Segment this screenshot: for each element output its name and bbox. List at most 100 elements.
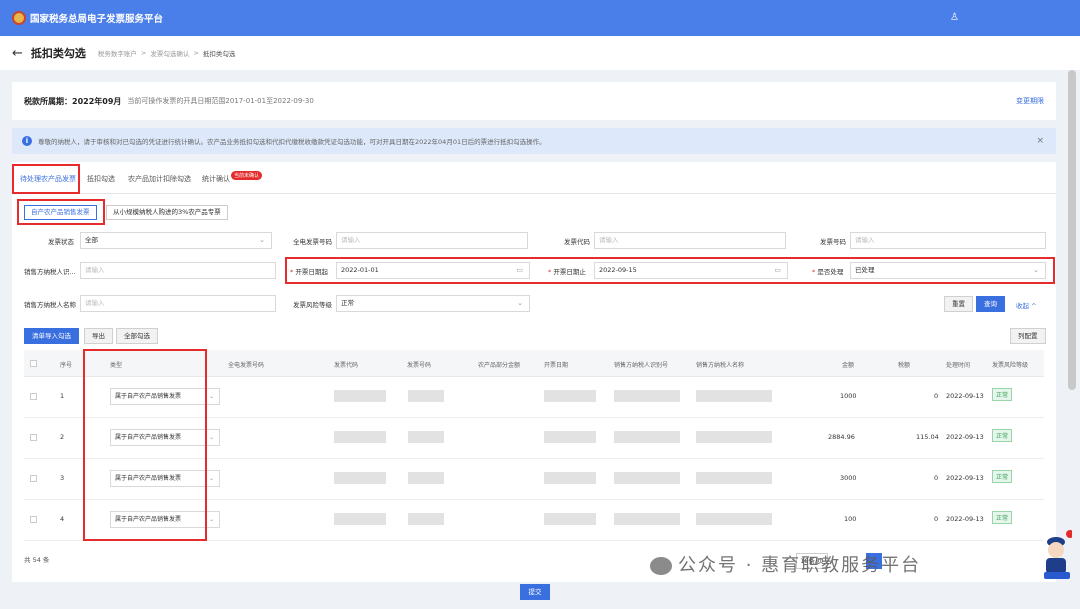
row-amount: 1000 [840, 392, 857, 400]
submit-button[interactable]: 提交 [520, 584, 550, 600]
row-tax: 0 [934, 392, 939, 400]
redacted-issue-date [544, 513, 596, 525]
tab-stat-confirm[interactable]: 统计确认 当前未确认 [202, 171, 263, 184]
chevron-down-icon: ⌄ [259, 236, 265, 244]
redacted-seller-tax-id [614, 513, 680, 525]
col-seller-tax-id: 销售方纳税人识别号 [614, 362, 669, 369]
tax-period-note: 当前可操作发票的开具日期范围2017-01-01至2022-09-30 [127, 97, 314, 105]
app-header: 国家税务总局电子发票服务平台 ♙ [0, 0, 1080, 36]
col-agri-amount: 农产品部分金额 [478, 362, 521, 369]
risk-level-select[interactable]: 正常 ⌄ [336, 295, 530, 312]
row-amount: 2884.96 [828, 433, 855, 441]
row-checkbox[interactable] [30, 434, 37, 441]
mascot-assistant-icon[interactable] [1042, 528, 1072, 580]
breadcrumb-separator: > [140, 49, 147, 57]
risk-level-label: 发票风险等级 [293, 301, 332, 309]
highlight-box-tab [12, 164, 80, 194]
chevron-down-icon: ⌄ [208, 434, 214, 441]
redacted-invoice-no [408, 472, 444, 484]
col-index: 序号 [60, 362, 73, 369]
row-index: 4 [60, 515, 65, 523]
back-arrow-icon[interactable]: ← [12, 46, 23, 61]
col-invoice-no: 发票号码 [407, 362, 432, 369]
breadcrumb-separator: > [193, 49, 199, 57]
info-icon: i [22, 136, 32, 146]
highlight-box-filters [285, 257, 1055, 284]
row-tax: 0 [934, 515, 939, 523]
user-icon[interactable]: ♙ [950, 12, 959, 23]
risk-badge: 正常 [992, 388, 1013, 401]
watermark-text: 公众号 · 惠育职教服务平台 [678, 555, 922, 576]
row-tax: 115.04 [916, 433, 939, 441]
row-index: 1 [60, 392, 65, 400]
reset-button[interactable]: 重置 [944, 296, 973, 312]
row-checkbox[interactable] [30, 393, 37, 400]
redacted-seller-tax-id [614, 390, 680, 402]
row-tax: 0 [934, 474, 939, 482]
row-checkbox[interactable] [30, 516, 37, 523]
risk-badge: 正常 [992, 470, 1013, 483]
redacted-seller-tax-id [614, 472, 680, 484]
redacted-invoice-no [408, 390, 444, 402]
seller-tax-id-label: 销售方纳税人识... [24, 268, 76, 276]
chevron-down-icon: ⌄ [208, 393, 214, 400]
check-all-button[interactable]: 全部勾选 [116, 328, 158, 344]
column-config-button[interactable]: 列配置 [1010, 328, 1046, 344]
breadcrumb-bar: ← 抵扣类勾选 税务数字账户 > 发票勾选确认 > 抵扣类勾选 [0, 36, 1080, 70]
subtab-small-scale-3pct[interactable]: 从小规模纳税人购进的3%农产品专票 [106, 205, 228, 220]
redacted-invoice-no [408, 513, 444, 525]
app-title: 国家税务总局电子发票服务平台 [30, 14, 164, 25]
col-risk-level: 发票风险等级 [992, 362, 1029, 369]
tab-stat-confirm-label: 统计确认 [202, 175, 230, 183]
row-process-time: 2022-09-13 [946, 474, 984, 482]
notice-text: 尊敬的纳税人，请于审核和对已勾选的凭证进行统计确认。农产品业务抵扣勾选和代扣代缴… [38, 138, 546, 146]
redacted-invoice-code [334, 431, 386, 443]
col-process-time: 处理时间 [946, 362, 971, 369]
import-check-button[interactable]: 清单导入勾选 [24, 328, 79, 344]
main-panel: 待处理农产品发票 抵扣勾选 农产品加计扣除勾选 统计确认 当前未确认 自产农产品… [12, 162, 1056, 582]
col-invoice-code: 发票代码 [334, 362, 359, 369]
seller-name-input[interactable]: 请输入 [80, 295, 276, 312]
col-full-invoice-no: 全电发票号码 [228, 362, 265, 369]
query-button[interactable]: 查询 [976, 296, 1005, 312]
unconfirmed-badge: 当前未确认 [231, 171, 263, 180]
row-checkbox[interactable] [30, 475, 37, 482]
redacted-seller-name [696, 513, 772, 525]
risk-badge: 正常 [992, 511, 1013, 524]
watermark: 公众号 · 惠育职教服务平台 [650, 551, 921, 577]
risk-badge: 正常 [992, 429, 1013, 442]
redacted-issue-date [544, 431, 596, 443]
invoice-no-input[interactable]: 请输入 [850, 232, 1046, 249]
redacted-seller-name [696, 431, 772, 443]
invoice-status-select[interactable]: 全部 ⌄ [80, 232, 272, 249]
col-tax: 税额 [898, 362, 911, 369]
breadcrumb-item-confirm[interactable]: 发票勾选确认 [150, 48, 189, 58]
redacted-issue-date [544, 390, 596, 402]
select-all-checkbox[interactable] [30, 360, 37, 367]
close-icon[interactable]: × [1036, 136, 1044, 146]
total-count: 共 54 条 [24, 556, 50, 564]
redacted-invoice-code [334, 390, 386, 402]
seller-tax-id-input[interactable]: 请输入 [80, 262, 276, 279]
highlight-box-type-column [83, 349, 207, 541]
redacted-seller-tax-id [614, 431, 680, 443]
tax-period-label: 税款所属期：2022年09月 [24, 96, 122, 106]
invoice-code-input[interactable]: 请输入 [594, 232, 786, 249]
redacted-invoice-code [334, 472, 386, 484]
page-scrollbar[interactable] [1068, 70, 1076, 390]
full-invoice-no-input[interactable]: 请输入 [336, 232, 528, 249]
highlight-box-subtab [17, 199, 105, 225]
redacted-invoice-code [334, 513, 386, 525]
row-process-time: 2022-09-13 [946, 433, 984, 441]
tab-bar: 待处理农产品发票 抵扣勾选 农产品加计扣除勾选 统计确认 当前未确认 [12, 162, 1056, 194]
row-process-time: 2022-09-13 [946, 515, 984, 523]
row-amount: 3000 [840, 474, 857, 482]
tax-period-bar: 税款所属期：2022年09月 当前可操作发票的开具日期范围2017-01-01至… [12, 82, 1056, 120]
tab-deduction-check[interactable]: 抵扣勾选 [87, 174, 115, 184]
breadcrumb-item-account[interactable]: 税务数字账户 [98, 48, 137, 58]
change-period-link[interactable]: 变更期限 [1016, 96, 1044, 106]
invoice-status-label: 发票状态 [48, 238, 74, 246]
export-button[interactable]: 导出 [84, 328, 113, 344]
tab-agri-extra-deduction[interactable]: 农产品加计扣除勾选 [128, 174, 191, 184]
collapse-link[interactable]: 收起 ^ [1016, 300, 1037, 310]
